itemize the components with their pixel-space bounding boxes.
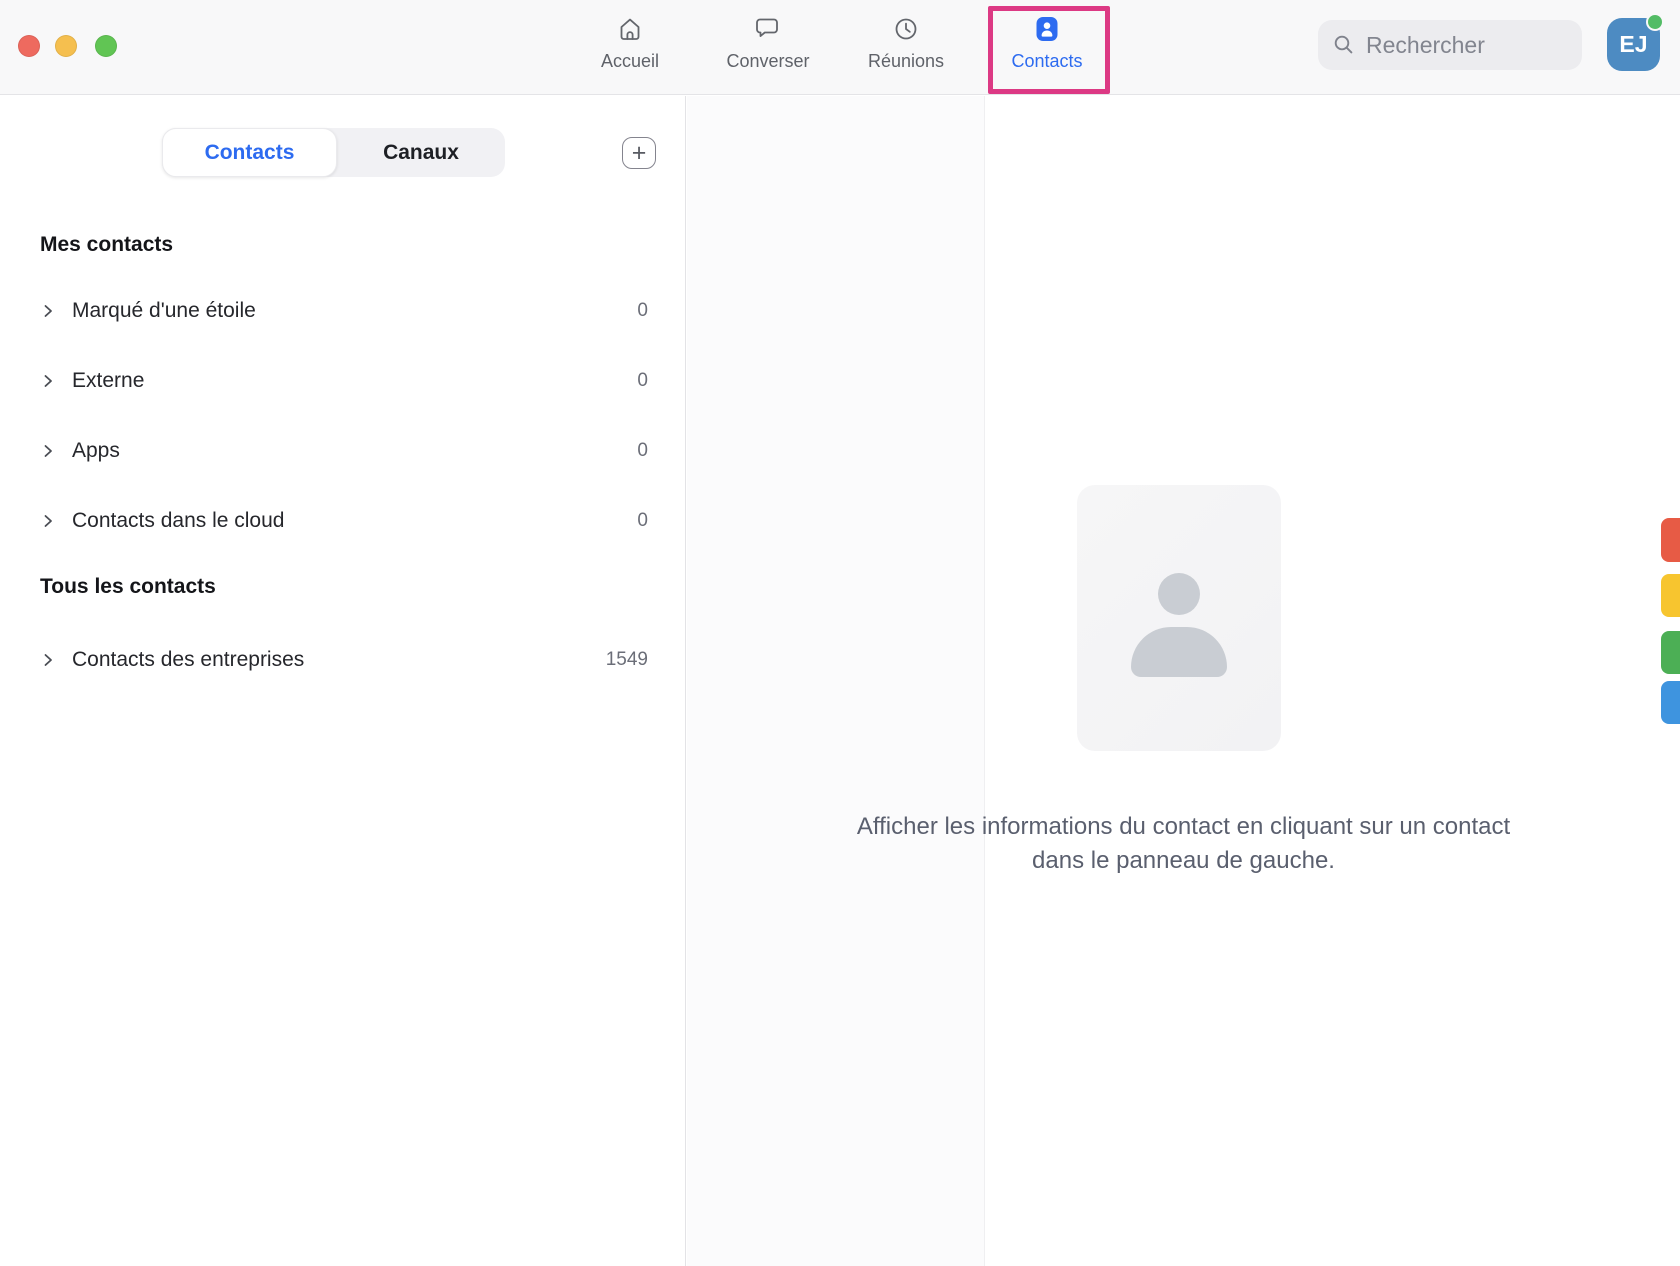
nav-tab-contacts-label: Contacts xyxy=(1011,51,1082,72)
tab-contacts-label: Contacts xyxy=(205,141,295,165)
pane-divider xyxy=(984,96,985,1266)
sidebar-item-starred[interactable]: Marqué d'une étoile 0 xyxy=(0,289,686,333)
person-silhouette-icon xyxy=(1158,573,1200,615)
empty-state-message: Afficher les informations du contact en … xyxy=(687,810,1680,878)
chevron-right-icon[interactable] xyxy=(40,373,56,389)
tab-contacts[interactable]: Contacts xyxy=(162,128,337,177)
chat-icon xyxy=(753,12,783,46)
sidebar-item-label: Contacts dans le cloud xyxy=(72,509,284,533)
account-avatar[interactable]: EJ xyxy=(1607,18,1660,71)
nav-tab-home-label: Accueil xyxy=(601,51,659,72)
book-tab-blue xyxy=(1661,681,1680,724)
traffic-light-fullscreen-button[interactable] xyxy=(95,35,117,57)
nav-tab-contacts[interactable]: Contacts xyxy=(985,12,1109,86)
sidebar-item-external[interactable]: Externe 0 xyxy=(0,359,686,403)
nav-tab-chat[interactable]: Converser xyxy=(706,12,830,86)
sidebar-item-cloud-contacts[interactable]: Contacts dans le cloud 0 xyxy=(0,499,686,543)
traffic-light-minimize-button[interactable] xyxy=(55,35,77,57)
home-icon xyxy=(615,12,645,46)
section-header-all-contacts: Tous les contacts xyxy=(0,575,686,599)
avatar-initials: EJ xyxy=(1619,31,1647,58)
sidebar-item-label: Marqué d'une étoile xyxy=(72,299,256,323)
person-silhouette-body xyxy=(1131,627,1227,677)
nav-tab-meetings-label: Réunions xyxy=(868,51,944,72)
contacts-icon xyxy=(1032,12,1062,46)
sidebar-item-count: 0 xyxy=(637,370,648,392)
plus-icon: + xyxy=(632,141,647,166)
contact-book-illustration xyxy=(1077,485,1307,751)
contact-list-pane xyxy=(687,96,984,1266)
sidebar-item-count: 0 xyxy=(637,510,648,532)
nav-tab-chat-label: Converser xyxy=(726,51,809,72)
nav-tab-home[interactable]: Accueil xyxy=(568,12,692,86)
sidebar-item-apps[interactable]: Apps 0 xyxy=(0,429,686,473)
search-icon xyxy=(1332,33,1356,57)
chevron-right-icon[interactable] xyxy=(40,303,56,319)
clock-icon xyxy=(891,12,921,46)
book-tab-green xyxy=(1661,631,1680,674)
add-contact-button[interactable]: + xyxy=(622,137,656,169)
nav-tab-meetings[interactable]: Réunions xyxy=(844,12,968,86)
presence-online-indicator xyxy=(1646,13,1664,31)
chevron-right-icon[interactable] xyxy=(40,652,56,668)
book-tab-yellow xyxy=(1661,574,1680,617)
section-header-my-contacts: Mes contacts xyxy=(0,233,686,257)
sidebar-item-label: Contacts des entreprises xyxy=(72,648,304,672)
zoom-app-window: Accueil Converser Réunions xyxy=(0,0,1680,1266)
empty-state-message-line2: dans le panneau de gauche. xyxy=(687,844,1680,878)
book-tab-red xyxy=(1661,518,1680,562)
book-cover xyxy=(1077,485,1281,751)
sidebar-item-label: Externe xyxy=(72,369,144,393)
sidebar-item-label: Apps xyxy=(72,439,120,463)
empty-state-message-line1: Afficher les informations du contact en … xyxy=(687,810,1680,844)
chevron-right-icon[interactable] xyxy=(40,443,56,459)
sidebar-item-company-contacts[interactable]: Contacts des entreprises 1549 xyxy=(0,638,686,682)
sidebar-item-count: 0 xyxy=(637,440,648,462)
title-bar: Accueil Converser Réunions xyxy=(0,0,1680,95)
tab-canaux-label: Canaux xyxy=(383,141,459,165)
chevron-right-icon[interactable] xyxy=(40,513,56,529)
search-input[interactable]: Rechercher xyxy=(1318,20,1582,70)
contacts-canaux-segmented-control: Contacts Canaux xyxy=(162,128,505,177)
search-placeholder: Rechercher xyxy=(1366,32,1485,59)
contact-detail-pane: Afficher les informations du contact en … xyxy=(687,96,1680,1266)
tab-canaux[interactable]: Canaux xyxy=(337,128,505,177)
sidebar-item-count: 1549 xyxy=(606,649,648,671)
contacts-sidebar: Contacts Canaux + Mes contacts Marqué d'… xyxy=(0,96,686,1266)
traffic-light-close-button[interactable] xyxy=(18,35,40,57)
sidebar-item-count: 0 xyxy=(637,300,648,322)
